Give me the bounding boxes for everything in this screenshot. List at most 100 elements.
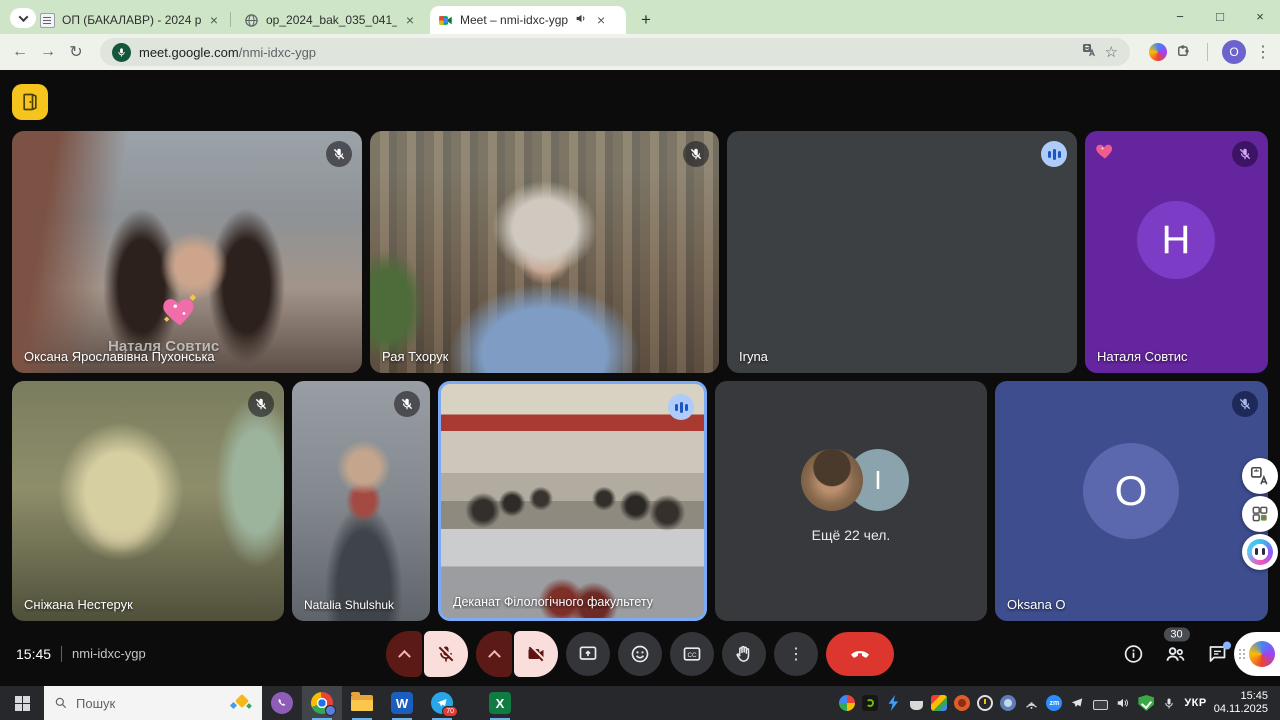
mic-control (386, 631, 468, 677)
tray-cup-icon[interactable] (908, 695, 924, 711)
chevron-up-icon (398, 650, 411, 663)
close-icon[interactable]: × (595, 13, 607, 27)
drag-handle-dots (1239, 649, 1245, 659)
floating-translate-button[interactable] (1242, 458, 1278, 494)
tray-signal-icon[interactable] (1023, 695, 1039, 711)
video-tile-oksana[interactable]: Наталя Совтис Оксана Ярославівна Пухонсь… (12, 131, 362, 373)
taskbar-search[interactable]: Пошук (44, 686, 262, 720)
tab-audio-icon[interactable] (575, 12, 588, 28)
browser-menu-kebab[interactable]: ⋮ (1254, 42, 1272, 62)
video-tile-natalya-sovtys[interactable]: H Наталя Совтис (1085, 131, 1268, 373)
back-button[interactable]: ← (6, 43, 34, 61)
present-screen-button[interactable] (566, 632, 610, 676)
extensions-puzzle-icon[interactable] (1175, 41, 1193, 64)
tray-mic-icon[interactable] (1161, 695, 1177, 711)
meeting-panels: 30 (1123, 642, 1228, 665)
camera-off-button[interactable] (514, 631, 558, 677)
door-extension-button[interactable] (12, 84, 48, 120)
floating-assistant-button[interactable] (1242, 534, 1278, 570)
video-tile-snizhana[interactable]: Сніжана Нестерук (12, 381, 284, 621)
tray-geforce-icon[interactable] (862, 695, 878, 711)
maximize-button[interactable]: □ (1200, 0, 1240, 32)
tray-photos-icon[interactable] (839, 695, 855, 711)
globe-icon (244, 13, 259, 28)
video-tile-natalia-shulshuk[interactable]: Natalia Shulshuk (292, 381, 430, 621)
extension-pill[interactable] (1234, 632, 1280, 676)
close-icon[interactable]: × (404, 13, 416, 27)
emoji-icon (630, 644, 650, 664)
chrome-profile-badge (325, 705, 336, 716)
taskbar-app-viber[interactable] (262, 686, 302, 720)
more-options-button[interactable]: ⋮ (774, 632, 818, 676)
tray-zoom-icon[interactable]: zm (1046, 695, 1062, 711)
tray-bolt-icon[interactable] (885, 695, 901, 711)
chevron-up-icon (488, 650, 501, 663)
door-icon (20, 92, 40, 112)
captions-icon: CC (682, 644, 702, 664)
taskbar-clock[interactable]: 15:45 04.11.2025 (1214, 690, 1272, 716)
new-tab-button[interactable]: + (632, 6, 660, 34)
address-bar[interactable]: meet.google.com/nmi-idxc-ygp ☆ (100, 38, 1130, 66)
meeting-details-button[interactable] (1123, 643, 1144, 664)
speaking-indicator-badge (1041, 141, 1067, 167)
tray-app-icon[interactable] (1000, 695, 1016, 711)
chat-button[interactable] (1207, 643, 1228, 664)
tray-volume-icon[interactable] (1115, 695, 1131, 711)
url-text: meet.google.com/nmi-idxc-ygp (139, 45, 316, 60)
participant-name: Наталя Совтис (1097, 349, 1188, 364)
participants-button[interactable]: 30 (1164, 642, 1187, 665)
minimize-button[interactable]: − (1160, 0, 1200, 32)
tab-title: Meet – nmi-idxc-ygp (460, 13, 568, 27)
overflow-avatar-photo (801, 449, 863, 511)
search-highlights-icon (230, 694, 252, 712)
tab-op-bakalavr[interactable]: ОП (БАКАЛАВР) - 2024 рік впр × (32, 6, 228, 34)
word-icon: W (391, 692, 413, 714)
taskbar-app-telegram[interactable]: 70 (422, 686, 462, 720)
bookmark-star-icon[interactable]: ☆ (1105, 43, 1118, 61)
tray-alarm-icon[interactable] (977, 695, 993, 711)
chrome-icon (311, 692, 333, 714)
tray-gallery-icon[interactable] (931, 695, 947, 711)
tray-device-icon[interactable] (1092, 695, 1108, 711)
search-placeholder: Пошук (76, 696, 222, 711)
taskbar-app-chrome[interactable] (302, 686, 342, 720)
video-tile-raya[interactable]: Рая Тхорук (370, 131, 719, 373)
taskbar-app-explorer[interactable] (342, 686, 382, 720)
translate-icon[interactable] (1081, 42, 1097, 62)
participant-name: Оксана Ярославівна Пухонська (24, 349, 215, 364)
taskbar-app-word[interactable]: W (382, 686, 422, 720)
mic-muted-button[interactable] (424, 631, 468, 677)
video-tile-dekanat[interactable]: Деканат Філологічного факультету (438, 381, 707, 621)
profile-avatar[interactable]: O (1222, 40, 1246, 64)
tray-telegram-icon[interactable] (1069, 695, 1085, 711)
overflow-tile[interactable]: I Ещё 22 чел. (715, 381, 987, 621)
tab-pdf[interactable]: op_2024_bak_035_041_fr.pdf × (236, 6, 424, 34)
participant-name: Natalia Shulshuk (304, 598, 394, 612)
video-tile-iryna[interactable]: Iryna (727, 131, 1077, 373)
extension-colorful-icon[interactable] (1149, 43, 1167, 61)
captions-button[interactable]: CC (670, 632, 714, 676)
reactions-button[interactable] (618, 632, 662, 676)
language-indicator[interactable]: УКР (1184, 697, 1206, 709)
taskbar-app-excel[interactable]: X (480, 686, 520, 720)
present-icon (578, 644, 598, 664)
speaking-indicator-badge (668, 394, 694, 420)
end-call-button[interactable] (826, 632, 894, 676)
tray-record-icon[interactable] (954, 695, 970, 711)
camera-options-chevron[interactable] (476, 631, 512, 677)
reload-button[interactable]: ↻ (62, 42, 90, 62)
start-button[interactable] (0, 686, 44, 720)
floating-apps-grid-button[interactable] (1242, 496, 1278, 532)
tray-defender-icon[interactable] (1138, 695, 1154, 711)
video-tile-oksana-o[interactable]: O Oksana O (995, 381, 1268, 621)
mic-permission-icon[interactable] (112, 43, 131, 62)
mic-off-badge (1232, 391, 1258, 417)
mic-options-chevron[interactable] (386, 631, 422, 677)
avatar: O (1083, 443, 1179, 539)
meet-main: Наталя Совтис Оксана Ярославівна Пухонсь… (0, 70, 1280, 686)
close-icon[interactable]: × (208, 13, 220, 27)
tab-meet-active[interactable]: Meet – nmi-idxc-ygp × (430, 6, 626, 34)
forward-button[interactable]: → (34, 43, 62, 61)
close-window-button[interactable]: × (1240, 0, 1280, 32)
raise-hand-button[interactable] (722, 632, 766, 676)
